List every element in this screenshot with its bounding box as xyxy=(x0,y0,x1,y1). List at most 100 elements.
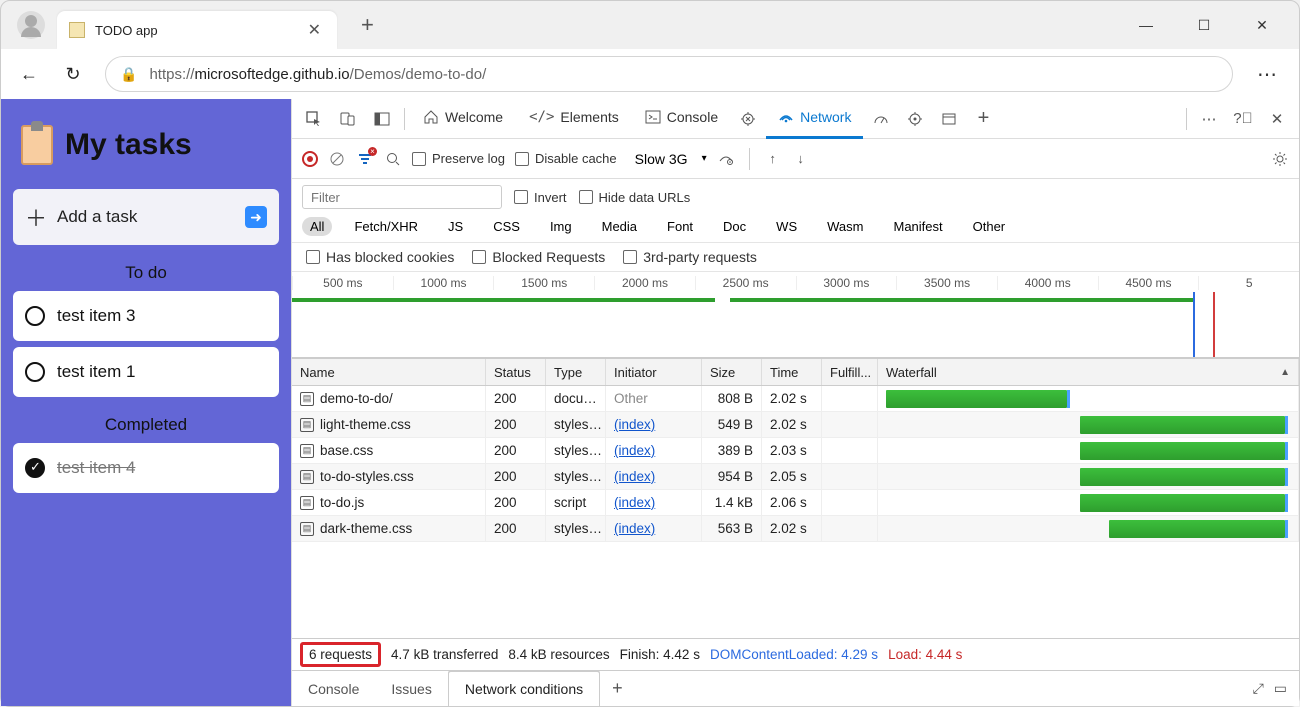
task-item-done[interactable]: test item 4 xyxy=(13,443,279,493)
task-checkbox-checked[interactable] xyxy=(25,458,45,478)
search-icon[interactable] xyxy=(384,150,402,168)
clipboard-icon xyxy=(21,125,53,165)
request-fulfilled xyxy=(822,438,878,463)
request-row[interactable]: ▤dark-theme.css200styles…(index)563 B2.0… xyxy=(292,516,1299,542)
drawer-expand-icon[interactable]: ⤢ xyxy=(1253,680,1264,697)
waterfall-bar xyxy=(878,464,1299,489)
window-titlebar: TODO app ✕ + — ☐ ✕ xyxy=(1,1,1299,49)
import-har-icon[interactable]: ↑ xyxy=(764,150,782,168)
address-bar[interactable]: 🔒 https://microsoftedge.github.io/Demos/… xyxy=(105,56,1233,92)
filter-type-manifest[interactable]: Manifest xyxy=(885,217,950,236)
drawer-tab-issues[interactable]: Issues xyxy=(375,671,447,706)
more-tabs-button[interactable]: + xyxy=(967,103,999,135)
filter-type-media[interactable]: Media xyxy=(594,217,645,236)
invert-checkbox[interactable]: Invert xyxy=(514,190,567,205)
blocked-cookies-checkbox[interactable]: Has blocked cookies xyxy=(306,249,454,265)
performance-icon[interactable] xyxy=(865,103,897,135)
task-item[interactable]: test item 3 xyxy=(13,291,279,341)
close-window-button[interactable]: ✕ xyxy=(1245,8,1279,42)
tab-network[interactable]: Network xyxy=(766,99,863,139)
filter-type-img[interactable]: Img xyxy=(542,217,580,236)
device-emulation-icon[interactable] xyxy=(332,103,364,135)
request-row[interactable]: ▤base.css200styles…(index)389 B2.03 s xyxy=(292,438,1299,464)
task-label: test item 1 xyxy=(57,362,135,382)
request-row[interactable]: ▤light-theme.css200styles…(index)549 B2.… xyxy=(292,412,1299,438)
network-conditions-icon[interactable] xyxy=(717,150,735,168)
application-icon[interactable] xyxy=(933,103,965,135)
initiator-link[interactable]: (index) xyxy=(614,417,655,432)
disable-cache-checkbox[interactable]: Disable cache xyxy=(515,151,617,166)
profile-avatar[interactable] xyxy=(17,11,45,39)
export-har-icon[interactable]: ↓ xyxy=(792,150,810,168)
filter-type-doc[interactable]: Doc xyxy=(715,217,754,236)
record-button[interactable] xyxy=(302,151,318,167)
inspect-element-icon[interactable] xyxy=(298,103,330,135)
initiator-link[interactable]: (index) xyxy=(614,443,655,458)
sources-icon[interactable] xyxy=(732,103,764,135)
timeline-overview[interactable]: 500 ms1000 ms1500 ms2000 ms2500 ms3000 m… xyxy=(292,272,1299,358)
request-row[interactable]: ▤demo-to-do/200docu…Other808 B2.02 s xyxy=(292,386,1299,412)
drawer-tab-network-conditions[interactable]: Network conditions xyxy=(448,671,600,706)
table-header[interactable]: Name Status Type Initiator Size Time Ful… xyxy=(292,358,1299,386)
drawer-dock-icon[interactable]: ▭ xyxy=(1274,680,1287,697)
devtools-panel: Welcome </>Elements Console Network + ⋯ … xyxy=(291,99,1299,706)
col-size: Size xyxy=(702,359,762,385)
tab-console[interactable]: Console xyxy=(633,99,730,139)
task-item[interactable]: test item 1 xyxy=(13,347,279,397)
request-fulfilled xyxy=(822,464,878,489)
filter-type-css[interactable]: CSS xyxy=(485,217,528,236)
filter-type-other[interactable]: Other xyxy=(965,217,1014,236)
preserve-log-checkbox[interactable]: Preserve log xyxy=(412,151,505,166)
help-icon[interactable]: ?⃝ xyxy=(1227,103,1259,135)
filter-type-font[interactable]: Font xyxy=(659,217,701,236)
filter-type-js[interactable]: JS xyxy=(440,217,471,236)
memory-icon[interactable] xyxy=(899,103,931,135)
dock-icon[interactable] xyxy=(366,103,398,135)
initiator-link[interactable]: (index) xyxy=(614,495,655,510)
maximize-button[interactable]: ☐ xyxy=(1187,8,1221,42)
tab-elements[interactable]: </>Elements xyxy=(517,99,631,139)
initiator-link[interactable]: (index) xyxy=(614,469,655,484)
clear-button[interactable] xyxy=(328,150,346,168)
new-tab-button[interactable]: + xyxy=(361,12,374,38)
type-filters: All Fetch/XHR JS CSS Img Media Font Doc WS Wasm Ma… xyxy=(302,217,1013,236)
submit-task-button[interactable]: ➜ xyxy=(245,206,267,228)
tab-welcome[interactable]: Welcome xyxy=(411,99,515,139)
third-party-checkbox[interactable]: 3rd-party requests xyxy=(623,249,757,265)
refresh-button[interactable]: ↻ xyxy=(53,54,93,94)
task-checkbox[interactable] xyxy=(25,362,45,382)
task-label: test item 3 xyxy=(57,306,135,326)
browser-menu-button[interactable]: ⋯ xyxy=(1245,62,1291,87)
devtools-close-icon[interactable]: ✕ xyxy=(1261,103,1293,135)
hide-data-urls-checkbox[interactable]: Hide data URLs xyxy=(579,190,691,205)
devtools-drawer: Console Issues Network conditions + ⤢ ▭ xyxy=(292,670,1299,706)
devtools-menu-icon[interactable]: ⋯ xyxy=(1193,103,1225,135)
filter-type-ws[interactable]: WS xyxy=(768,217,805,236)
task-checkbox[interactable] xyxy=(25,306,45,326)
minimize-button[interactable]: — xyxy=(1129,8,1163,42)
filter-toggle-icon[interactable]: × xyxy=(356,150,374,168)
filter-input[interactable] xyxy=(302,185,502,209)
lock-icon: 🔒 xyxy=(120,66,137,83)
back-button[interactable]: ← xyxy=(9,54,49,94)
resources: 8.4 kB resources xyxy=(508,647,609,662)
drawer-tab-console[interactable]: Console xyxy=(292,671,375,706)
network-table: Name Status Type Initiator Size Time Ful… xyxy=(292,358,1299,638)
window-controls: — ☐ ✕ xyxy=(1129,8,1295,42)
request-row[interactable]: ▤to-do.js200script(index)1.4 kB2.06 s xyxy=(292,490,1299,516)
initiator-text: Other xyxy=(614,391,648,406)
filter-type-all[interactable]: All xyxy=(302,217,332,236)
filter-type-wasm[interactable]: Wasm xyxy=(819,217,871,236)
tab-close-icon[interactable]: ✕ xyxy=(304,20,325,40)
initiator-link[interactable]: (index) xyxy=(614,521,655,536)
add-task-input[interactable]: ＋ Add a task ➜ xyxy=(13,189,279,245)
request-time: 2.02 s xyxy=(762,412,822,437)
browser-tab[interactable]: TODO app ✕ xyxy=(57,11,337,49)
drawer-add-tab[interactable]: + xyxy=(600,678,635,699)
request-fulfilled xyxy=(822,386,878,411)
request-row[interactable]: ▤to-do-styles.css200styles…(index)954 B2… xyxy=(292,464,1299,490)
blocked-requests-checkbox[interactable]: Blocked Requests xyxy=(472,249,605,265)
throttle-select[interactable]: Slow 3G xyxy=(627,149,706,169)
filter-type-fetchxhr[interactable]: Fetch/XHR xyxy=(346,217,426,236)
network-settings-icon[interactable] xyxy=(1271,150,1289,168)
